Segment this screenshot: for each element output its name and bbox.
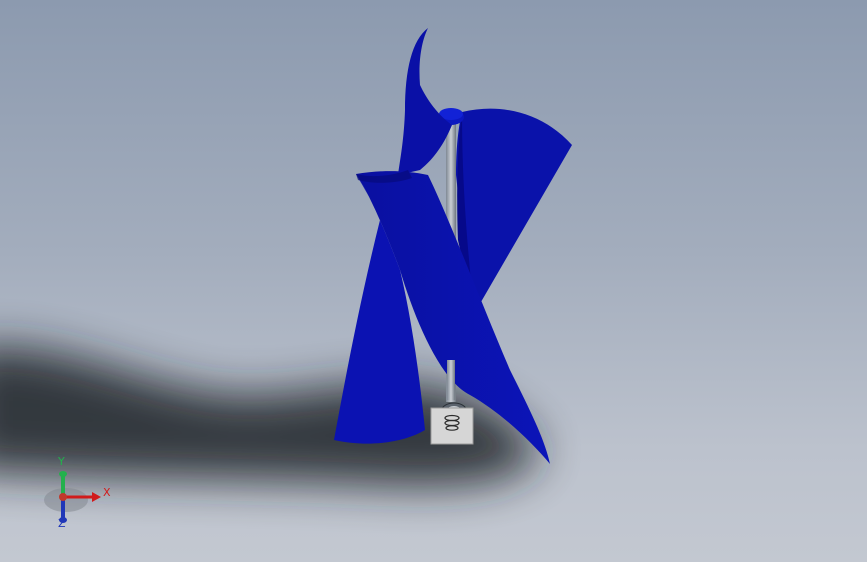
coordinate-triad: X Y Z xyxy=(40,452,120,542)
triad-y-label: Y xyxy=(58,455,65,468)
model-scene[interactable] xyxy=(0,0,867,562)
blade-upper-left[interactable] xyxy=(398,28,452,175)
triad-x-label: X xyxy=(103,486,111,499)
lower-shaft[interactable] xyxy=(447,360,455,400)
graphics-viewport[interactable]: X Y Z xyxy=(0,0,867,562)
triad-z-label: Z xyxy=(58,517,66,530)
